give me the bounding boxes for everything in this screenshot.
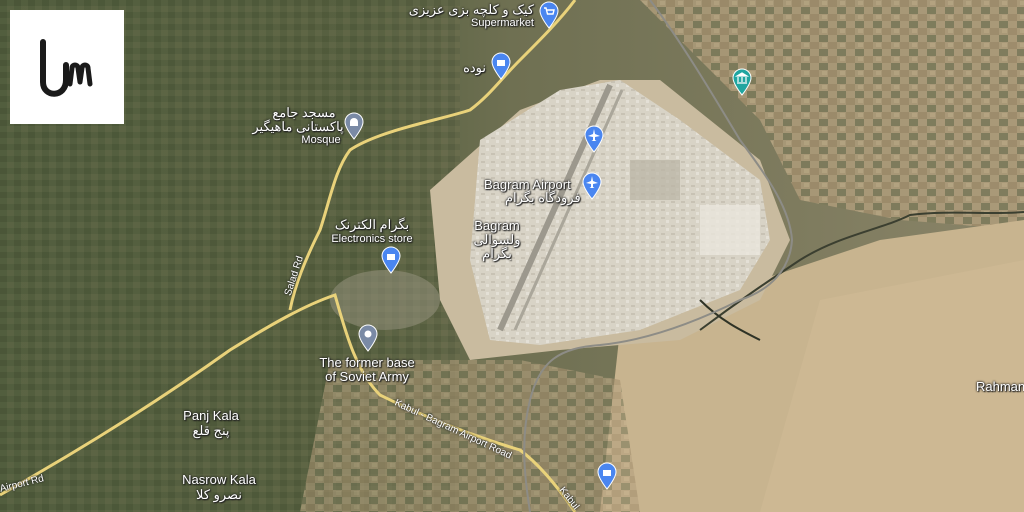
- airport-name-fa-label[interactable]: فرودگاه بگرام: [505, 191, 581, 205]
- soviet-base-label-1[interactable]: The former base: [319, 356, 414, 370]
- airport-pin-icon-north[interactable]: [583, 125, 605, 153]
- electronics-name-label[interactable]: بگرام الکترنک: [335, 218, 409, 232]
- supermarket-name-label[interactable]: کیک و کلچه بزی عزیزی: [400, 3, 534, 17]
- electronics-type-label: Electronics store: [331, 233, 413, 245]
- landmark-pin-icon[interactable]: [357, 324, 379, 352]
- airport-pin-icon[interactable]: [581, 172, 603, 200]
- um-logo: [10, 10, 124, 124]
- mosque-name-label-1[interactable]: مسجد جامع: [272, 106, 335, 120]
- district-name-label: Bagram: [474, 218, 520, 233]
- panj-kala-label: Panj Kala: [183, 408, 239, 423]
- panj-kala-fa-label: پنج قلع: [192, 423, 230, 438]
- supermarket-pin-icon[interactable]: [538, 1, 560, 29]
- mosque-type-label: Mosque: [301, 134, 341, 146]
- mosque-name-label-2[interactable]: پاکستانی ماهیگیر: [252, 120, 343, 134]
- nasrow-kala-fa-label: نصرو کلا: [196, 487, 242, 502]
- shop-pin-icon[interactable]: [596, 462, 618, 490]
- district-name-fa-label-1: ولسوالی: [473, 232, 521, 247]
- district-name-fa-label-2: بگرام: [482, 246, 512, 261]
- nasrow-kala-label: Nasrow Kala: [182, 472, 256, 487]
- supermarket-type-label: Supermarket: [471, 17, 534, 29]
- museum-pin-icon[interactable]: [731, 68, 753, 96]
- um-logo-icon: [40, 39, 93, 97]
- store-pin-icon[interactable]: [490, 52, 512, 80]
- soviet-base-label-2[interactable]: of Soviet Army: [325, 370, 409, 384]
- rahman-label: Rahman: [976, 379, 1024, 394]
- mosque-pin-icon[interactable]: [343, 112, 365, 140]
- store-nawda-label[interactable]: نوده: [430, 61, 486, 75]
- electronics-store-pin-icon[interactable]: [380, 246, 402, 274]
